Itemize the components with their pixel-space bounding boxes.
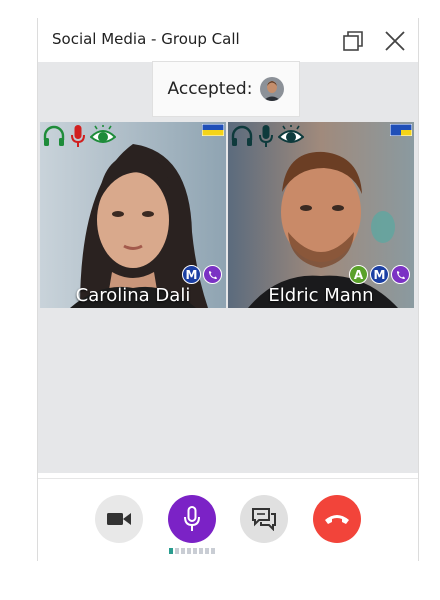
viber-badge-icon (203, 265, 222, 284)
chat-button[interactable] (240, 495, 288, 543)
country-flag-icon (202, 124, 224, 136)
network-badges: A M (349, 265, 410, 284)
m-badge-icon: M (182, 265, 201, 284)
a-badge-icon: A (349, 265, 368, 284)
mic-level-bar (211, 548, 215, 554)
close-button[interactable] (380, 26, 410, 56)
mic-level-bar (187, 548, 191, 554)
accepted-panel: Accepted: (153, 62, 299, 116)
mic-level-bar (181, 548, 185, 554)
country-flag-icon (390, 124, 412, 136)
participant-name: Eldric Mann (268, 285, 374, 306)
viber-badge-icon (391, 265, 410, 284)
video-toggle-button[interactable] (95, 495, 143, 543)
title-bar: Social Media - Group Call (38, 18, 418, 62)
mic-level-bar (205, 548, 209, 554)
mic-level-bar (193, 548, 197, 554)
mic-level-bar (199, 548, 203, 554)
call-area: Accepted: M Carolina Dali A M Eldric Man… (38, 62, 418, 473)
accepted-label: Accepted: (167, 79, 253, 99)
accepted-avatar[interactable] (260, 77, 285, 101)
avatar-image (260, 77, 285, 101)
m-badge-icon: M (370, 265, 389, 284)
microphone-button[interactable] (168, 495, 216, 543)
participant-tile[interactable]: A M Eldric Mann (228, 122, 414, 308)
eye-icon (90, 125, 116, 143)
restore-icon (343, 31, 363, 51)
hangup-button[interactable] (313, 495, 361, 543)
network-badges: M (182, 265, 222, 284)
participant-name: Carolina Dali (75, 285, 191, 306)
mic-level-bar (175, 548, 179, 554)
microphone-icon (184, 506, 200, 531)
group-call-window: Social Media - Group Call Accepted: M Ca… (37, 18, 419, 561)
participant-tile[interactable]: M Carolina Dali (40, 122, 226, 308)
status-icons (230, 124, 304, 148)
chat-icon (252, 508, 276, 531)
window-title: Social Media - Group Call (52, 30, 240, 48)
microphone-icon (71, 125, 85, 147)
microphone-icon (259, 125, 273, 147)
call-controls (38, 478, 418, 561)
mic-level-meter (168, 548, 216, 554)
mic-level-bar (169, 548, 173, 554)
eye-icon (278, 125, 304, 143)
restore-button[interactable] (338, 26, 368, 56)
headphones-icon (43, 125, 65, 146)
video-camera-icon (107, 513, 131, 525)
phone-hangup-icon (325, 515, 349, 524)
status-icons (42, 124, 116, 148)
close-icon (385, 31, 405, 51)
headphones-icon (231, 125, 253, 146)
